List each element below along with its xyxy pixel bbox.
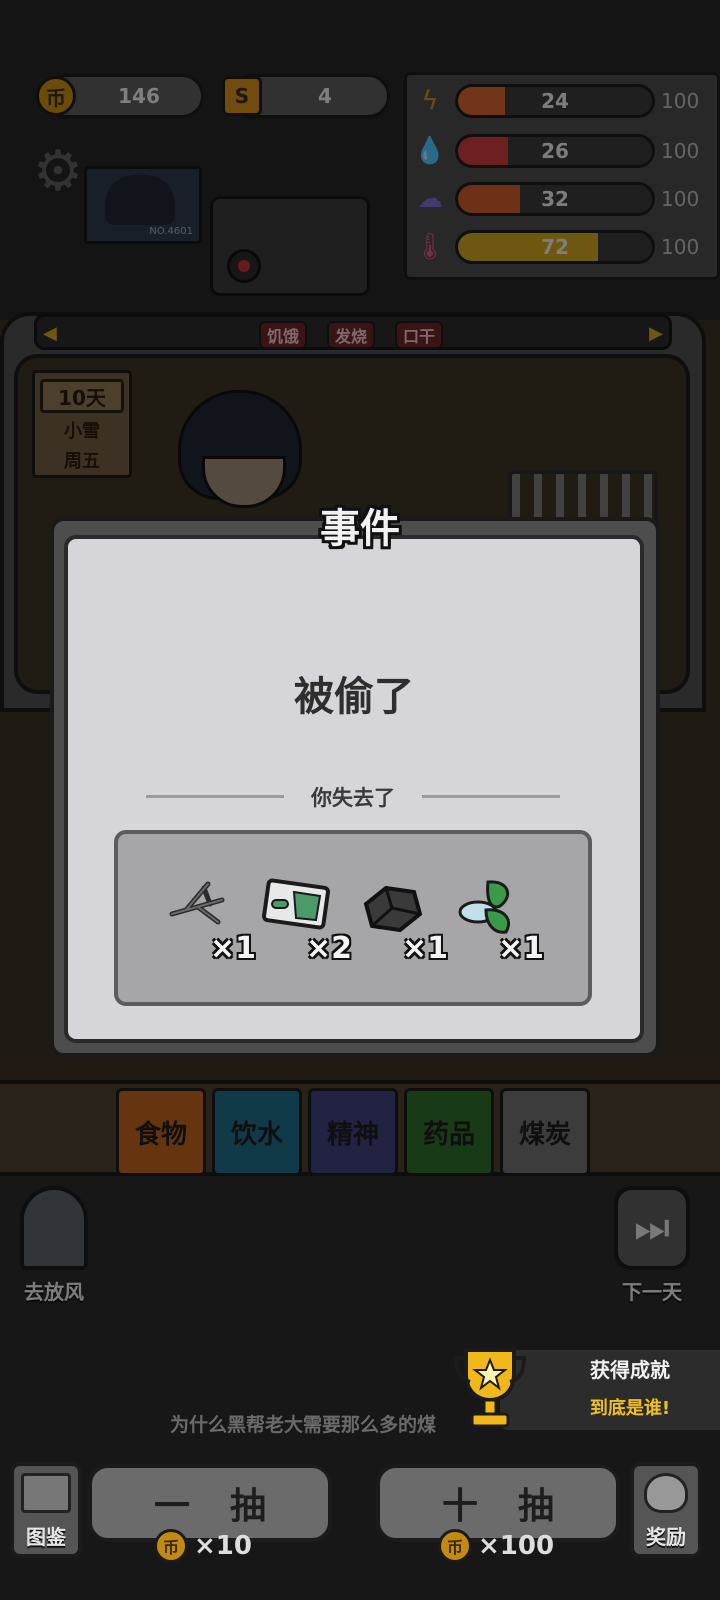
coin-icon: 币 <box>438 1529 472 1563</box>
lost-item: ×2 <box>256 870 352 970</box>
event-name: 被偷了 <box>294 674 414 720</box>
news-ticker: 为什么黑帮老大需要那么多的煤 <box>170 1414 437 1436</box>
lost-item: ×1 <box>160 870 256 970</box>
book-icon <box>21 1473 71 1513</box>
coal-icon <box>363 885 423 933</box>
rewards-label: 奖励 <box>646 1525 686 1549</box>
achievement-name: 到底是谁! <box>589 1398 671 1419</box>
item-count: ×1 <box>209 931 256 966</box>
twigs-icon <box>169 881 225 925</box>
collection-label: 图鉴 <box>26 1525 66 1549</box>
mint-leaf-icon <box>458 880 510 934</box>
item-count: ×2 <box>305 931 352 966</box>
item-count: ×1 <box>401 931 448 966</box>
rewards-button[interactable]: 奖励 <box>630 1462 702 1558</box>
divider-line <box>422 795 560 798</box>
ten-draw-price: ×100 <box>478 1531 555 1561</box>
coin-icon: 币 <box>154 1529 188 1563</box>
single-draw-price: ×10 <box>194 1531 252 1561</box>
dialog-title: 事件 <box>320 506 400 552</box>
lost-item: ×1 <box>448 870 544 970</box>
achievement-title: 获得成就 <box>590 1358 670 1382</box>
single-draw-cost: 币 ×10 <box>154 1526 252 1566</box>
ten-draw-cost: 币 ×100 <box>438 1526 554 1566</box>
mouse-icon <box>644 1473 688 1513</box>
medicine-box-icon <box>262 878 330 930</box>
item-count: ×1 <box>497 931 544 966</box>
lost-item: ×1 <box>352 870 448 970</box>
collection-button[interactable]: 图鉴 <box>10 1462 82 1558</box>
lost-divider: 你失去了 <box>146 782 560 812</box>
